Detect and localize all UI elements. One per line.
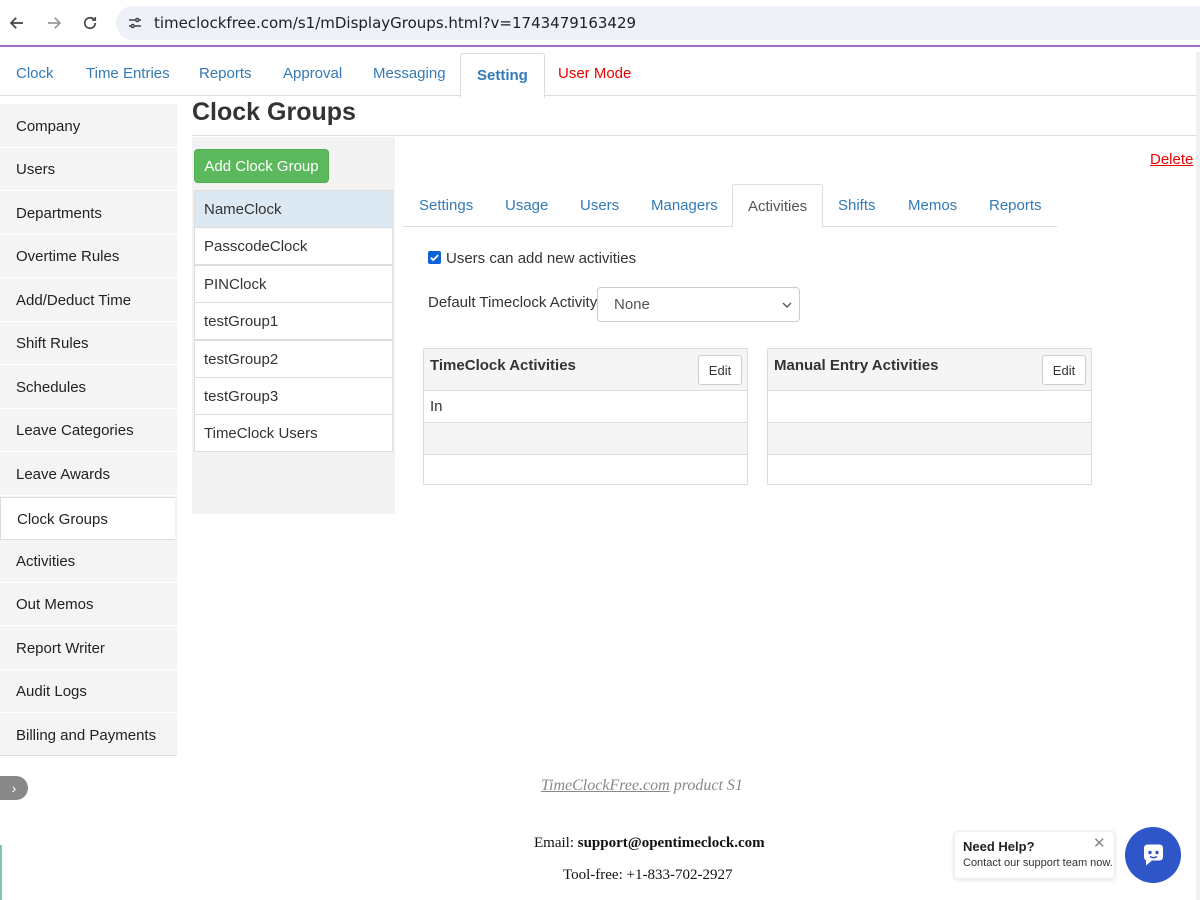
top-nav: Clock Time Entries Reports Approval Mess… bbox=[0, 52, 1196, 98]
subtab-memos[interactable]: Memos bbox=[908, 184, 957, 227]
sidebar-item-shift-rules[interactable]: Shift Rules bbox=[0, 322, 177, 365]
allow-new-activities-checkbox[interactable] bbox=[428, 251, 441, 264]
default-activity-label: Default Timeclock Activity: bbox=[428, 294, 602, 311]
delete-link[interactable]: Delete bbox=[1150, 151, 1193, 168]
sidebar-item-leave-awards[interactable]: Leave Awards bbox=[0, 453, 177, 496]
sidebar-item-add-deduct-time[interactable]: Add/Deduct Time bbox=[0, 279, 177, 322]
table-row bbox=[424, 455, 747, 487]
add-clock-group-button[interactable]: Add Clock Group bbox=[194, 149, 329, 183]
tab-clock[interactable]: Clock bbox=[16, 52, 54, 96]
sidebar-item-activities[interactable]: Activities bbox=[0, 540, 177, 583]
group-item-timeclock-users[interactable]: TimeClock Users bbox=[194, 414, 393, 452]
subtab-shifts[interactable]: Shifts bbox=[838, 184, 876, 227]
chevron-right-icon: › bbox=[11, 780, 17, 796]
sidebar-divider bbox=[0, 755, 177, 756]
manual-entry-activities-table: Manual Entry Activities Edit bbox=[767, 348, 1092, 485]
table-row bbox=[768, 423, 1091, 455]
timeclock-activities-title: TimeClock Activities bbox=[430, 357, 576, 374]
url-text[interactable]: timeclockfree.com/s1/mDisplayGroups.html… bbox=[154, 14, 636, 32]
subtab-managers[interactable]: Managers bbox=[651, 184, 718, 227]
tab-approval[interactable]: Approval bbox=[283, 52, 342, 96]
subtab-usage[interactable]: Usage bbox=[505, 184, 548, 227]
title-divider bbox=[192, 135, 1196, 136]
sidebar-item-overtime-rules[interactable]: Overtime Rules bbox=[0, 235, 177, 278]
tab-messaging[interactable]: Messaging bbox=[373, 52, 446, 96]
table-header: Manual Entry Activities Edit bbox=[768, 349, 1091, 391]
edit-manual-activities-button[interactable]: Edit bbox=[1042, 355, 1086, 385]
default-activity-select[interactable]: None bbox=[597, 287, 800, 322]
tab-user-mode[interactable]: User Mode bbox=[558, 52, 631, 96]
sidebar-item-clock-groups[interactable]: Clock Groups bbox=[0, 497, 175, 540]
subtab-activities[interactable]: Activities bbox=[732, 184, 824, 228]
checkmark-icon bbox=[430, 254, 439, 262]
footer-email: Email: support@opentimeclock.com bbox=[534, 835, 765, 852]
allow-new-activities-label[interactable]: Users can add new activities bbox=[446, 250, 636, 267]
subtab-users[interactable]: Users bbox=[580, 184, 619, 227]
settings-sidebar: Company Users Departments Overtime Rules… bbox=[0, 104, 177, 757]
sidebar-item-audit-logs[interactable]: Audit Logs bbox=[0, 670, 177, 713]
table-row bbox=[768, 455, 1091, 487]
sidebar-item-leave-categories[interactable]: Leave Categories bbox=[0, 409, 177, 452]
manual-entry-activities-title: Manual Entry Activities bbox=[774, 357, 939, 374]
sidebar-item-departments[interactable]: Departments bbox=[0, 192, 177, 235]
group-item-testgroup3[interactable]: testGroup3 bbox=[194, 377, 393, 415]
group-item-testgroup1[interactable]: testGroup1 bbox=[194, 302, 393, 340]
table-row bbox=[424, 423, 747, 455]
page-title: Clock Groups bbox=[192, 98, 356, 126]
reload-icon[interactable] bbox=[78, 11, 102, 35]
footer-phone: Tool-free: +1-833-702-2927 bbox=[563, 867, 733, 883]
table-header: TimeClock Activities Edit bbox=[424, 349, 747, 391]
chat-support-button[interactable] bbox=[1125, 827, 1181, 883]
close-icon[interactable]: ✕ bbox=[1093, 834, 1106, 852]
help-subtitle: Contact our support team now. bbox=[963, 857, 1113, 869]
footer-product: TimeClockFree.com product S1 bbox=[541, 777, 743, 795]
footer-email-address[interactable]: support@opentimeclock.com bbox=[578, 835, 765, 851]
help-popup[interactable]: Need Help? Contact our support team now.… bbox=[954, 831, 1115, 879]
browser-toolbar: timeclockfree.com/s1/mDisplayGroups.html… bbox=[0, 0, 1200, 47]
sidebar-collapse-button[interactable]: › bbox=[0, 776, 28, 800]
timeclock-activities-table: TimeClock Activities Edit In bbox=[423, 348, 748, 485]
sidebar-item-users[interactable]: Users bbox=[0, 148, 177, 191]
page-scrollbar[interactable] bbox=[1196, 52, 1200, 900]
sidebar-item-billing-payments[interactable]: Billing and Payments bbox=[0, 714, 177, 757]
back-arrow-icon[interactable] bbox=[5, 11, 29, 35]
table-row: In bbox=[424, 391, 747, 423]
default-activity-value: None bbox=[614, 296, 650, 313]
footer-product-suffix: product S1 bbox=[669, 777, 743, 794]
sidebar-item-schedules[interactable]: Schedules bbox=[0, 366, 177, 409]
sidebar-item-company[interactable]: Company bbox=[0, 105, 177, 148]
help-title: Need Help? bbox=[963, 839, 1035, 854]
chat-bot-icon bbox=[1144, 844, 1163, 866]
site-settings-icon[interactable] bbox=[124, 12, 146, 34]
sidebar-item-report-writer[interactable]: Report Writer bbox=[0, 627, 177, 670]
forward-arrow-icon[interactable] bbox=[42, 11, 66, 35]
window-edge bbox=[0, 845, 2, 900]
edit-timeclock-activities-button[interactable]: Edit bbox=[698, 355, 742, 385]
table-row bbox=[768, 391, 1091, 423]
sidebar-item-out-memos[interactable]: Out Memos bbox=[0, 583, 177, 626]
footer-email-label: Email: bbox=[534, 835, 578, 851]
address-bar[interactable]: timeclockfree.com/s1/mDisplayGroups.html… bbox=[116, 6, 1200, 40]
group-item-testgroup2[interactable]: testGroup2 bbox=[194, 340, 393, 378]
chevron-down-icon bbox=[782, 302, 792, 308]
group-item-pinclock[interactable]: PINClock bbox=[194, 265, 393, 303]
tab-setting[interactable]: Setting bbox=[460, 53, 545, 98]
subtab-settings[interactable]: Settings bbox=[419, 184, 473, 227]
footer-product-link[interactable]: TimeClockFree.com bbox=[541, 777, 670, 794]
subtab-reports[interactable]: Reports bbox=[989, 184, 1042, 227]
group-item-passcodeclock[interactable]: PasscodeClock bbox=[194, 227, 393, 265]
group-item-nameclock[interactable]: NameClock bbox=[194, 190, 393, 228]
tab-reports[interactable]: Reports bbox=[199, 52, 252, 96]
group-sub-tabs: Settings Usage Users Managers Activities… bbox=[403, 184, 1057, 228]
tab-time-entries[interactable]: Time Entries bbox=[86, 52, 170, 96]
